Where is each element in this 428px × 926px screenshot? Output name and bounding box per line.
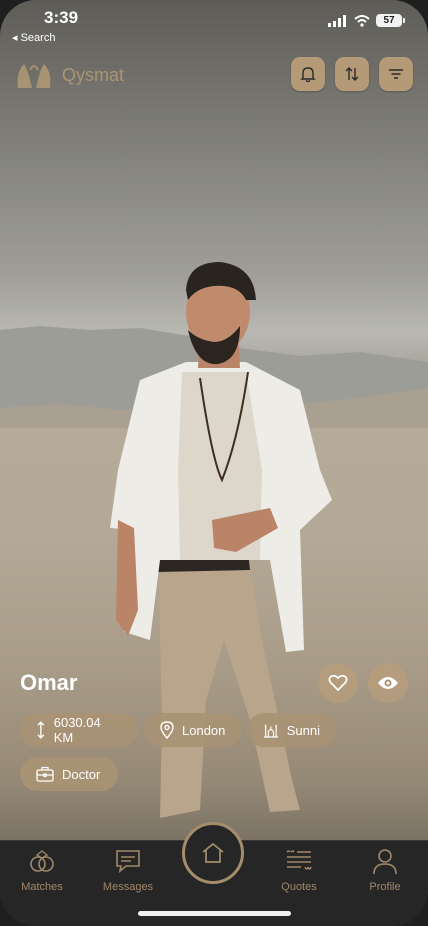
nav-label-matches: Matches (21, 881, 63, 893)
back-to-search[interactable]: ◂ Search (12, 31, 55, 44)
bell-icon (300, 67, 316, 83)
profession-value: Doctor (62, 766, 101, 782)
location-pin-icon (160, 721, 174, 739)
phone-screen: 3:39 ◂ Search 57 Qysmat Omar 6030.04 KM … (0, 0, 428, 926)
nav-item-matches[interactable]: Matches (2, 847, 82, 893)
wifi-icon (354, 14, 370, 27)
person-icon (373, 849, 397, 875)
hands-logo-icon (17, 64, 51, 88)
chat-icon (116, 850, 140, 874)
notifications-button[interactable] (291, 57, 325, 91)
home-button[interactable] (182, 822, 244, 884)
battery-indicator: 57 (376, 14, 405, 27)
sort-icon (345, 67, 359, 81)
nav-label-quotes: Quotes (281, 881, 317, 893)
status-time: 3:39 (44, 8, 79, 27)
location-chip: London (144, 713, 242, 747)
sort-button[interactable] (335, 57, 369, 91)
status-bar: 3:39 ◂ Search 57 (0, 0, 428, 48)
back-search-label: ◂ Search (12, 32, 56, 44)
mosque-icon (263, 724, 278, 738)
view-profile-button[interactable] (368, 663, 408, 703)
eye-icon (378, 677, 398, 689)
filter-button[interactable] (379, 57, 413, 91)
like-button[interactable] (318, 663, 358, 703)
vertical-arrows-icon (37, 721, 45, 739)
nav-item-quotes[interactable]: Quotes (259, 847, 339, 893)
sect-chip: Sunni (247, 713, 336, 747)
distance-value: 6030.04 KM (53, 715, 101, 745)
location-value: London (182, 722, 226, 738)
nav-item-profile[interactable]: Profile (345, 847, 425, 893)
nav-item-messages[interactable]: Messages (88, 847, 168, 893)
filter-icon (389, 69, 403, 79)
profession-chip: Doctor (20, 757, 118, 791)
status-icons: 57 (328, 14, 405, 27)
home-indicator (138, 911, 291, 916)
app-logo: Qysmat (14, 58, 124, 92)
profile-name: Omar (20, 670, 78, 695)
quotes-icon (286, 850, 312, 870)
nav-label-messages: Messages (102, 881, 154, 893)
heart-icon (328, 674, 348, 692)
distance-chip: 6030.04 KM (20, 713, 138, 747)
briefcase-icon (36, 766, 54, 782)
app-name: Qysmat (62, 64, 125, 85)
signal-icon (328, 14, 346, 27)
home-icon (202, 842, 224, 863)
rings-icon (30, 850, 54, 872)
sect-value: Sunni (286, 722, 320, 738)
nav-label-profile: Profile (369, 881, 401, 893)
